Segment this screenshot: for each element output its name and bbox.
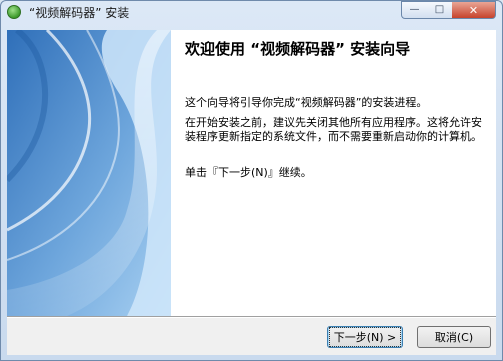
window-title: “视频解码器” 安装 [29,6,130,20]
minimize-button[interactable]: — [401,1,428,19]
wizard-heading: 欢迎使用 “视频解码器” 安装向导 [185,40,411,58]
title-bar[interactable]: “视频解码器” 安装 — □ ✕ [1,1,502,23]
continue-instruction-text: 单击『下一步(N)』继续。 [185,166,312,179]
close-apps-advice-text: 在开始安装之前，建议先关闭其他所有应用程序。这将允许安装程序更新指定的系统文件，… [185,116,482,143]
welcome-panel: 欢迎使用 “视频解码器” 安装向导 这个向导将引导你完成“视频解码器”的安装进程… [7,30,496,316]
next-button[interactable]: 下一步(N) > [327,326,403,348]
maximize-icon: □ [434,4,445,15]
close-icon: ✕ [468,3,479,17]
minimize-icon: — [409,4,420,15]
intro-text: 这个向导将引导你完成“视频解码器”的安装进程。 [185,96,428,109]
installer-window: “视频解码器” 安装 — □ ✕ 欢迎使用 “视频解码器” 安装向导 这个向导将… [0,0,503,361]
button-area-divider [7,316,496,318]
cancel-button[interactable]: 取消(C) [417,326,491,348]
maximize-button[interactable]: □ [427,1,453,19]
wizard-banner-image [7,30,171,316]
close-button[interactable]: ✕ [452,1,496,19]
cancel-button-label: 取消(C) [434,331,474,344]
wizard-client-area: 欢迎使用 “视频解码器” 安装向导 这个向导将引导你完成“视频解码器”的安装进程… [7,30,496,355]
next-button-label: 下一步(N) > [328,327,402,347]
app-icon [7,5,21,19]
